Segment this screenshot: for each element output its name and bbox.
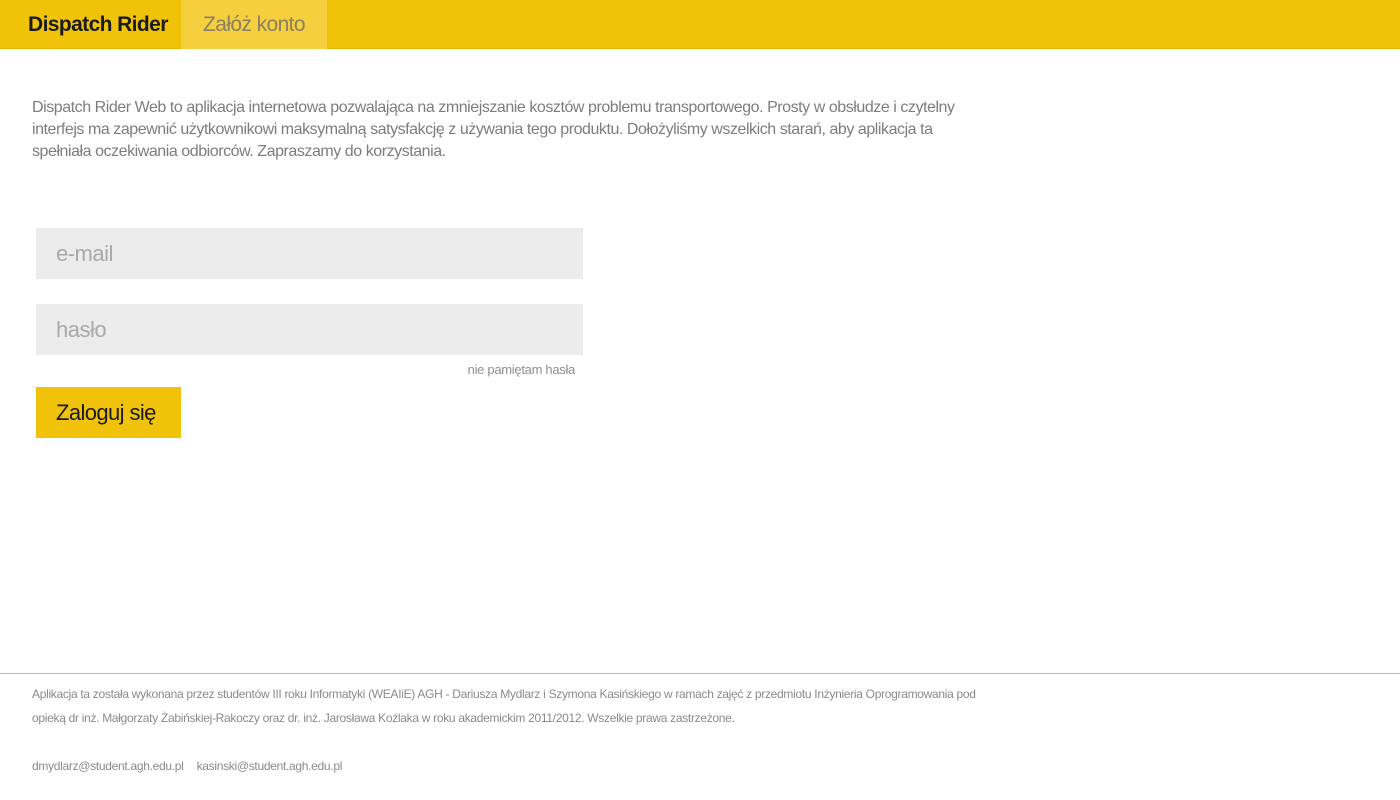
footer-credits: Aplikacja ta została wykonana przez stud… bbox=[32, 687, 976, 725]
intro-text: Dispatch Rider Web to aplikacja internet… bbox=[32, 99, 955, 160]
footer-contacts: dmydlarz@student.agh.edu.pl kasinski@stu… bbox=[32, 756, 352, 776]
footer-divider bbox=[0, 673, 1400, 674]
top-navigation-bar: Dispatch Rider Załóż konto bbox=[0, 0, 1400, 49]
contact-email-link[interactable]: kasinski@student.agh.edu.pl bbox=[197, 759, 343, 773]
nav-tab-register[interactable]: Załóż konto bbox=[181, 0, 327, 49]
login-button[interactable]: Zaloguj się bbox=[36, 387, 181, 438]
forgot-password-link[interactable]: nie pamiętam hasła bbox=[36, 362, 576, 377]
password-field[interactable] bbox=[36, 304, 583, 355]
contact-email-link[interactable]: dmydlarz@student.agh.edu.pl bbox=[32, 759, 184, 773]
brand-logo[interactable]: Dispatch Rider bbox=[28, 0, 168, 49]
email-field[interactable] bbox=[36, 228, 583, 279]
